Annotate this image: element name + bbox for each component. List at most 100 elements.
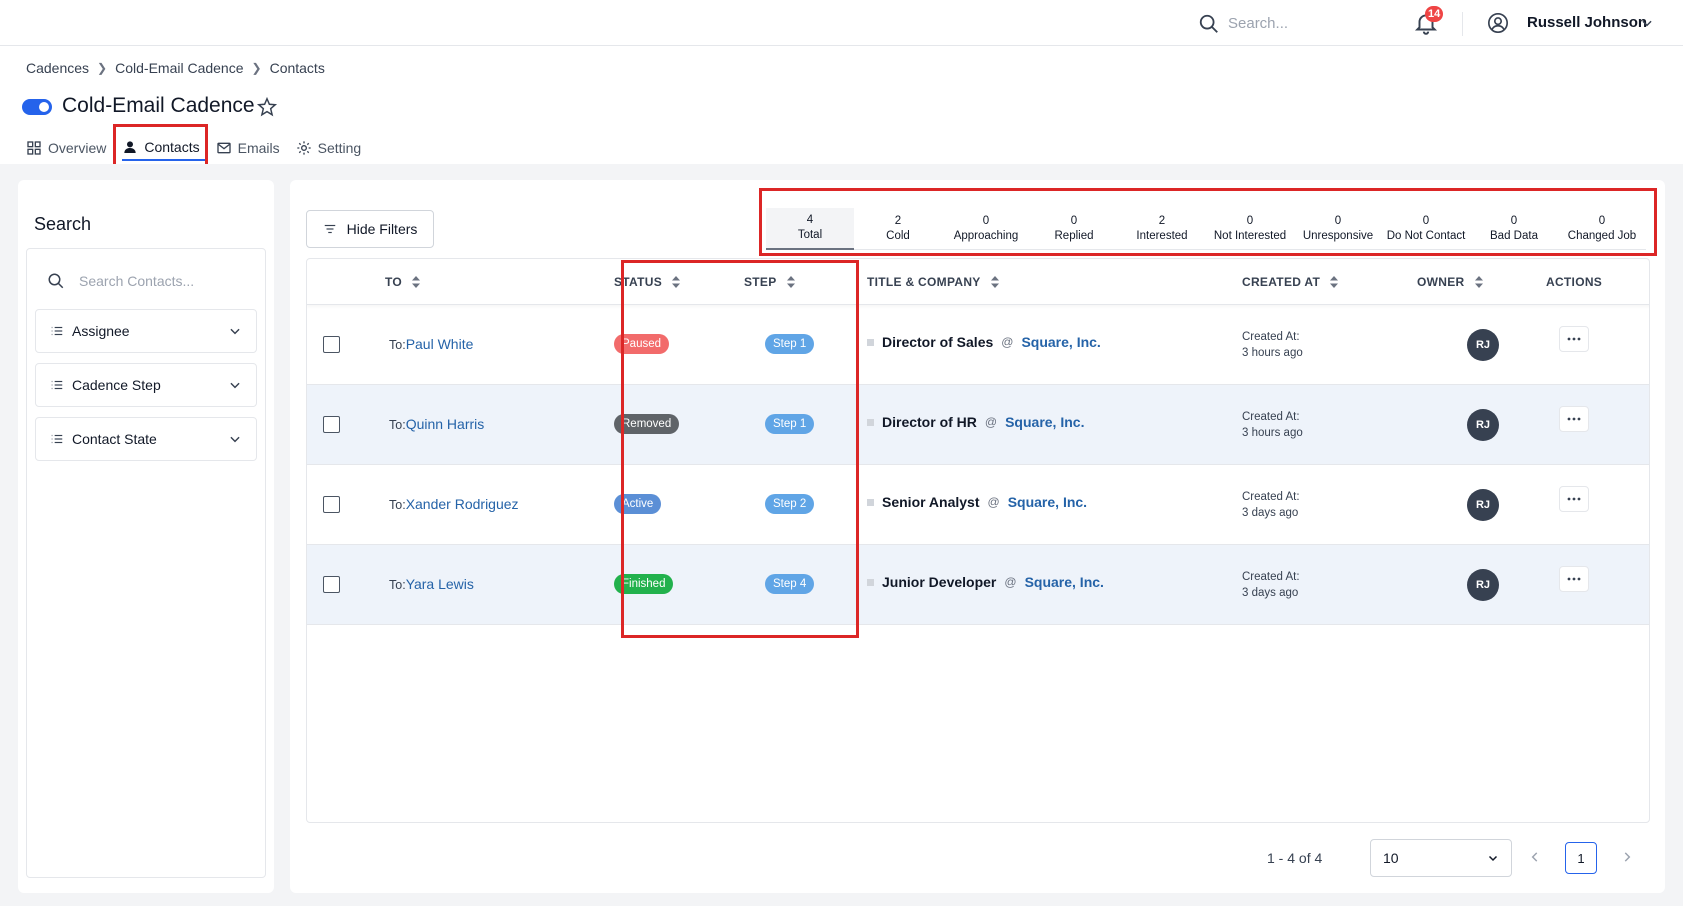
column-title-company[interactable]: TITLE & COMPANY [867,275,999,289]
company-link[interactable]: Square, Inc. [1005,414,1084,430]
contact-name-link[interactable]: Yara Lewis [406,576,474,592]
filter-assignee[interactable]: Assignee [35,309,257,353]
job-title: Junior Developer [882,574,997,590]
breadcrumb-cadences[interactable]: Cadences [26,60,89,76]
filter-cadence-step[interactable]: Cadence Step [35,363,257,407]
filter-contact-state[interactable]: Contact State [35,417,257,461]
search-icon [48,273,64,289]
stat-tab-changed-job[interactable]: 0 Changed Job [1558,208,1646,250]
hide-filters-button[interactable]: Hide Filters [306,210,434,248]
contact-name-link[interactable]: Xander Rodriguez [406,496,519,512]
contact-name-link[interactable]: Quinn Harris [406,416,485,432]
table-row[interactable]: To:Xander Rodriguez Active Step 2 Senior… [307,465,1649,545]
avatar[interactable]: RJ [1467,569,1499,601]
created-value: 3 days ago [1242,587,1299,599]
user-circle-icon[interactable] [1487,12,1509,34]
table-row[interactable]: To:Yara Lewis Finished Step 4 Junior Dev… [307,545,1649,625]
stat-label: Interested [1136,229,1188,242]
sort-icon[interactable] [990,276,999,288]
sidebar-title: Search [34,214,92,234]
cadence-active-toggle[interactable] [22,99,52,115]
stat-tab-not-interested[interactable]: 0 Not Interested [1206,208,1294,250]
stat-tab-approaching[interactable]: 0 Approaching [942,208,1030,250]
company-link[interactable]: Square, Inc. [1025,574,1104,590]
tab-label: Overview [48,140,107,156]
stat-tab-do-not-contact[interactable]: 0 Do Not Contact [1382,208,1470,250]
more-actions-button[interactable] [1559,486,1589,512]
avatar[interactable]: RJ [1467,489,1499,521]
sort-icon[interactable] [1330,276,1339,288]
row-checkbox[interactable] [323,336,340,353]
sort-icon[interactable] [1474,276,1483,288]
list-icon [51,380,63,390]
chevron-left-icon[interactable] [1528,850,1542,864]
top-bar: 14 Russell Johnson [0,0,1683,46]
at-sign: @ [987,495,1000,509]
column-owner[interactable]: OWNER [1417,275,1483,289]
avatar[interactable]: RJ [1467,409,1499,441]
row-checkbox[interactable] [323,496,340,513]
breadcrumb-cadence[interactable]: Cold-Email Cadence [115,60,243,76]
tab-overview[interactable]: Overview [26,135,114,161]
more-actions-button[interactable] [1559,326,1589,352]
search-contacts-input[interactable] [79,273,249,289]
stat-tab-bad-data[interactable]: 0 Bad Data [1470,208,1558,250]
contact-name-link[interactable]: Paul White [406,336,474,352]
tab-emails[interactable]: Emails [216,135,288,161]
stat-label: Bad Data [1490,229,1538,242]
to-prefix: To: [389,338,406,352]
status-badge: Finished [614,574,674,594]
row-checkbox[interactable] [323,576,340,593]
page-size-select[interactable]: 10 [1370,839,1512,877]
company-link[interactable]: Square, Inc. [1021,334,1100,350]
global-search-input[interactable] [1228,12,1378,34]
sort-icon[interactable] [412,276,421,288]
contacts-panel: Hide Filters 4 Total 2 Cold 0 Approaching 0… [290,180,1665,893]
tab-setting[interactable]: Setting [296,135,370,161]
stat-tab-cold[interactable]: 2 Cold [854,208,942,250]
stat-tab-interested[interactable]: 2 Interested [1118,208,1206,250]
step-badge: Step 1 [765,414,815,434]
page-number-button[interactable]: 1 [1565,842,1597,874]
row-checkbox[interactable] [323,416,340,433]
contact-to: To:Quinn Harris [389,416,484,432]
sort-icon[interactable] [672,276,681,288]
chevron-down-icon [230,328,240,335]
search-icon[interactable] [1198,13,1220,35]
column-label: STATUS [614,275,663,289]
chevron-down-icon[interactable] [1640,16,1654,30]
sort-icon[interactable] [786,276,795,288]
column-step[interactable]: STEP [744,275,795,289]
stat-label: Not Interested [1213,229,1287,242]
stat-tab-total[interactable]: 4 Total [766,208,854,250]
stat-tab-replied[interactable]: 0 Replied [1030,208,1118,250]
more-actions-button[interactable] [1559,566,1589,592]
divider [1462,12,1463,36]
column-status[interactable]: STATUS [614,275,681,289]
created-value: 3 hours ago [1242,347,1303,359]
page-size-value: 10 [1383,850,1399,866]
column-to[interactable]: TO [385,275,421,289]
stat-count: 0 [1334,214,1342,227]
job-title: Senior Analyst [882,494,980,510]
grid-icon [27,141,41,155]
company-link[interactable]: Square, Inc. [1008,494,1087,510]
table-row[interactable]: To:Quinn Harris Removed Step 1 Director … [307,385,1649,465]
breadcrumb-separator: ❯ [251,61,262,75]
bullet [867,418,874,426]
chevron-right-icon[interactable] [1620,850,1634,864]
star-icon[interactable] [256,96,278,118]
table-row[interactable]: To:Paul White Paused Step 1 Director of … [307,305,1649,385]
column-created-at[interactable]: CREATED AT [1242,275,1339,289]
more-actions-button[interactable] [1559,406,1589,432]
contact-to: To:Paul White [389,336,473,352]
job-title: Director of Sales [882,334,994,350]
avatar[interactable]: RJ [1467,329,1499,361]
created-at: Created At: 3 days ago [1242,569,1300,601]
column-label: ACTIONS [1546,275,1603,289]
contact-state-tabs: 4 Total 2 Cold 0 Approaching 0 Replied 2 Inte… [766,208,1646,250]
user-name[interactable]: Russell Johnson [1527,14,1647,31]
tab-contacts[interactable]: Contacts [122,135,208,161]
chevron-down-icon [230,436,240,443]
stat-tab-unresponsive[interactable]: 0 Unresponsive [1294,208,1382,250]
